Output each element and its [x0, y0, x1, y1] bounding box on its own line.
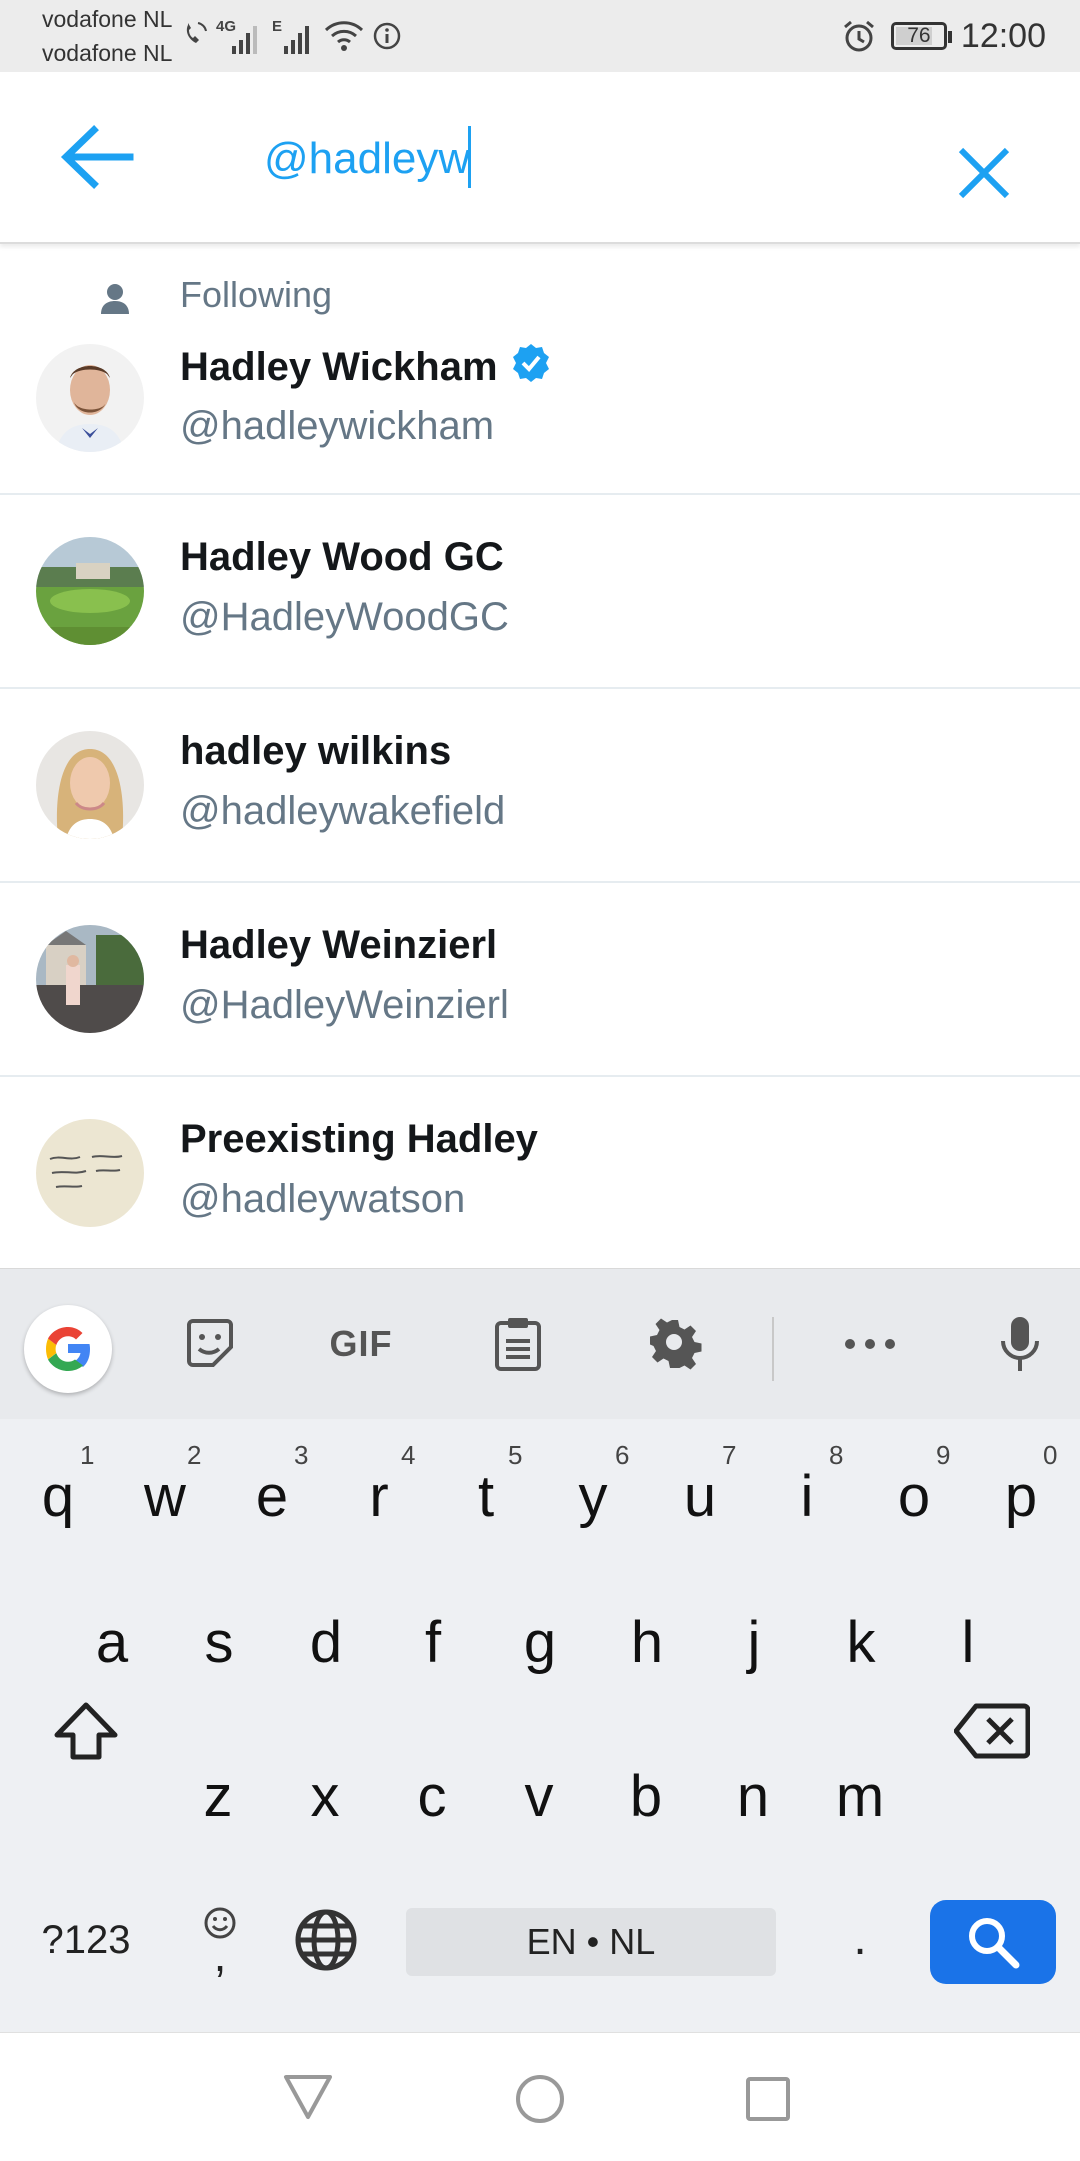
key-hint: 8 — [829, 1440, 844, 1470]
key-m[interactable]: m — [810, 1736, 910, 1856]
key-b[interactable]: b — [596, 1736, 696, 1856]
toolbar-divider — [772, 1317, 774, 1381]
user-name: Hadley Wood GC — [180, 535, 504, 579]
list-item[interactable]: Hadley Wood GC @HadleyWoodGC — [0, 495, 1080, 689]
user-handle: @HadleyWeinzierl — [180, 983, 509, 1027]
space-key[interactable]: EN • NL — [406, 1908, 776, 1976]
key-hint: 4 — [401, 1440, 416, 1470]
info-icon — [373, 22, 401, 50]
home-nav-icon[interactable] — [514, 2073, 566, 2125]
key-v[interactable]: v — [489, 1736, 589, 1856]
list-item[interactable]: Preexisting Hadley @hadleywatson — [0, 1077, 1080, 1271]
search-header — [0, 72, 1080, 244]
shift-key[interactable] — [36, 1671, 136, 1791]
verified-badge-icon — [512, 344, 549, 382]
keyboard: GIF q1w2e3r4t5y6u7i8o9p0 asdfghjkl zxcvb… — [0, 1268, 1080, 2032]
comma-label: , — [213, 1929, 227, 1981]
user-name: Hadley Weinzierl — [180, 923, 498, 967]
user-handle: @hadleywickham — [180, 404, 495, 448]
user-name: Hadley Wickham — [180, 342, 552, 390]
user-handle: @hadleywakefield — [180, 789, 506, 833]
symbols-key[interactable]: ?123 — [24, 1898, 148, 1982]
search-key[interactable] — [930, 1900, 1056, 1984]
more-icon[interactable] — [830, 1304, 910, 1384]
clipboard-icon[interactable] — [478, 1304, 558, 1384]
battery-level: 76 — [907, 24, 931, 47]
status-right: 76 12:00 — [841, 8, 1046, 64]
avatar — [36, 537, 144, 645]
key-hint: 5 — [508, 1440, 523, 1470]
key-hint: 1 — [80, 1440, 95, 1470]
search-icon — [969, 1918, 1020, 1969]
carrier-1: vodafone NL — [42, 6, 173, 32]
user-name-text: Hadley Wickham — [180, 345, 498, 389]
avatar — [36, 925, 144, 1033]
back-nav-icon[interactable] — [282, 2073, 334, 2121]
key-hint: 2 — [187, 1440, 202, 1470]
text-caret — [468, 126, 471, 188]
carrier-2: vodafone NL — [42, 40, 173, 66]
gif-button[interactable]: GIF — [316, 1304, 406, 1384]
following-label: Following — [180, 274, 333, 315]
user-name: Preexisting Hadley — [180, 1117, 538, 1161]
list-item[interactable]: Following Hadley Wickham @hadleywickham — [0, 244, 1080, 495]
person-icon — [101, 284, 129, 314]
list-item[interactable]: Hadley Weinzierl @HadleyWeinzierl — [0, 883, 1080, 1077]
close-icon[interactable] — [955, 144, 1013, 202]
key-hint: 3 — [294, 1440, 309, 1470]
key-c[interactable]: c — [382, 1736, 482, 1856]
globe-icon[interactable] — [286, 1898, 366, 1982]
key-x[interactable]: x — [275, 1736, 375, 1856]
user-handle: @hadleywatson — [180, 1177, 466, 1221]
search-results-list: Following Hadley Wickham @hadleywickham … — [0, 244, 1080, 1271]
signal-1-icon: 4G — [216, 16, 262, 56]
key-hint: 0 — [1043, 1440, 1058, 1470]
key-hint: 6 — [615, 1440, 630, 1470]
keyboard-toolbar: GIF — [0, 1268, 1080, 1419]
arrow-left-icon[interactable] — [58, 122, 134, 192]
avatar — [36, 1119, 144, 1227]
key-hint: 7 — [722, 1440, 737, 1470]
status-icons: 4G E — [180, 8, 402, 64]
wifi-call-icon — [186, 22, 207, 43]
clock: 12:00 — [960, 16, 1046, 55]
key-g[interactable]: g — [490, 1582, 590, 1702]
navigation-bar — [0, 2032, 1080, 2161]
battery-icon: 76 — [890, 22, 952, 50]
avatar — [36, 731, 144, 839]
user-handle: @HadleyWoodGC — [180, 595, 509, 639]
list-item[interactable]: hadley wilkins @hadleywakefield — [0, 689, 1080, 883]
key-z[interactable]: z — [168, 1736, 268, 1856]
sticker-icon[interactable] — [170, 1304, 250, 1384]
user-name: hadley wilkins — [180, 729, 452, 773]
key-j[interactable]: j — [704, 1582, 804, 1702]
status-bar: vodafone NL vodafone NL 4G E 76 12:00 — [0, 0, 1080, 72]
key-h[interactable]: h — [597, 1582, 697, 1702]
backspace-key[interactable] — [942, 1671, 1042, 1791]
period-key[interactable]: . — [820, 1896, 900, 1980]
key-k[interactable]: k — [811, 1582, 911, 1702]
key-f[interactable]: f — [383, 1582, 483, 1702]
recents-nav-icon[interactable] — [744, 2075, 792, 2123]
key-n[interactable]: n — [703, 1736, 803, 1856]
search-input[interactable] — [262, 122, 906, 196]
signal-2-icon: E — [270, 16, 316, 56]
avatar — [36, 344, 144, 452]
key-d[interactable]: d — [276, 1582, 376, 1702]
gear-icon[interactable] — [634, 1304, 714, 1384]
key-hint: 9 — [936, 1440, 951, 1470]
key-s[interactable]: s — [169, 1582, 269, 1702]
wifi-icon — [324, 21, 364, 51]
google-icon[interactable] — [24, 1305, 112, 1393]
comma-key[interactable]: , — [180, 1888, 260, 1988]
alarm-icon — [843, 20, 874, 52]
microphone-icon[interactable] — [980, 1304, 1060, 1384]
